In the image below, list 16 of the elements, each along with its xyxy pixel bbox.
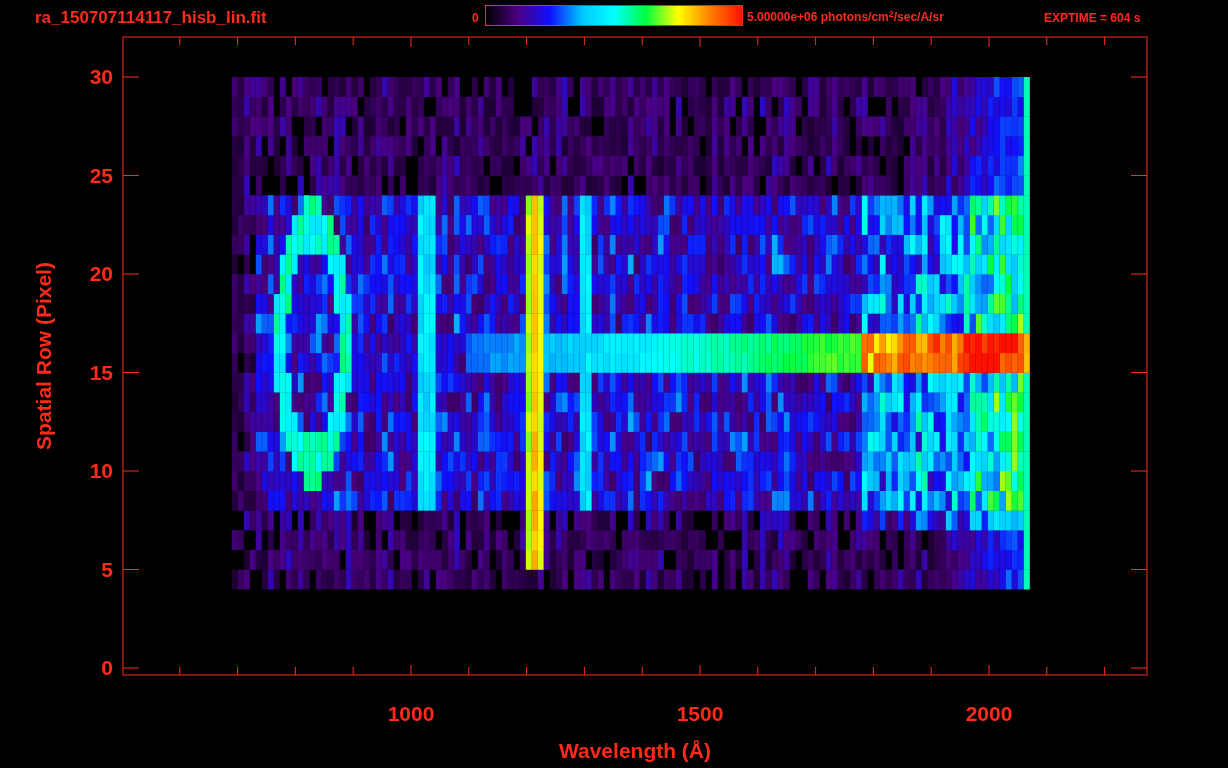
y-tick-label: 0 (101, 656, 113, 679)
colorbar-max-label: 5.00000e+06 photons/cm$^{2}$/sec/A/sr (747, 11, 944, 23)
y-tick-label: 30 (89, 65, 113, 88)
x-tick-label: 2000 (965, 702, 1013, 725)
exposure-time: EXPTIME = 604 s (1044, 12, 1141, 24)
file-title: ra_150707114117_hisb_lin.fit (35, 9, 267, 26)
colorbar-min-label: 0 (472, 12, 479, 24)
x-axis-label: Wavelength (Å) (558, 739, 712, 762)
y-tick-label: 20 (89, 262, 113, 285)
x-tick-label: 1500 (676, 702, 724, 725)
y-tick-label: 25 (89, 163, 113, 187)
y-tick-label: 15 (89, 360, 113, 384)
x-tick-label: 1000 (387, 702, 435, 725)
y-tick-label: 10 (89, 459, 113, 482)
y-tick-label: 5 (101, 557, 113, 581)
y-axis-label: Spatial Row (Pixel) (32, 262, 55, 450)
